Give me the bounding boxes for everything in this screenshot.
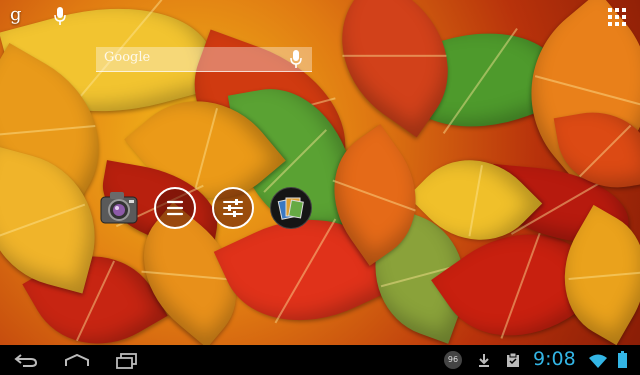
home-icon[interactable] [64, 353, 90, 372]
notification-badge[interactable]: 96 [444, 351, 462, 369]
clipboard-icon[interactable] [506, 352, 520, 372]
clock[interactable]: 9:08 [533, 348, 576, 370]
system-bar: 96 9:08 [0, 345, 640, 375]
google-search-widget[interactable]: Google [96, 47, 312, 72]
microphone-icon[interactable] [54, 7, 66, 29]
app-grid-icon[interactable] [608, 8, 626, 30]
wifi-icon[interactable] [589, 353, 607, 372]
camera-app-icon[interactable] [98, 187, 140, 229]
download-icon[interactable] [478, 353, 490, 372]
settings-sliders-button[interactable] [212, 187, 254, 229]
back-icon[interactable] [14, 352, 38, 372]
recent-apps-icon[interactable] [116, 353, 138, 373]
menu-button[interactable] [154, 187, 196, 229]
google-logo: Google [104, 50, 151, 65]
google-search-icon[interactable]: g [10, 4, 22, 25]
top-bar: g [0, 0, 640, 34]
gallery-app-icon[interactable] [270, 187, 312, 229]
microphone-icon[interactable] [290, 50, 304, 68]
battery-icon[interactable] [618, 351, 627, 372]
